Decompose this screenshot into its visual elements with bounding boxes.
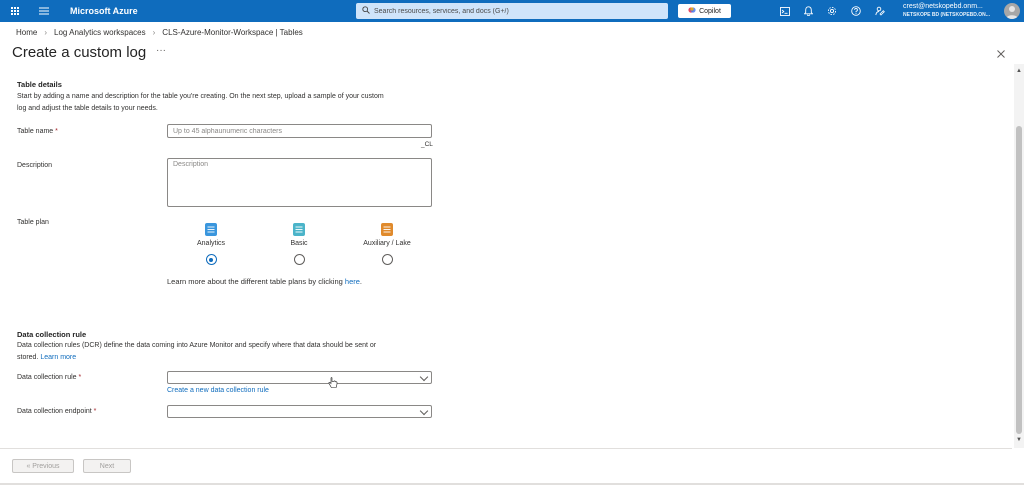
table-name-suffix: _CL: [421, 141, 433, 148]
dcr-endpoint-dropdown[interactable]: [167, 405, 432, 418]
analytics-plan-icon: [205, 223, 217, 236]
breadcrumb: Home › Log Analytics workspaces › CLS-Az…: [16, 28, 303, 37]
cloud-shell-icon[interactable]: [778, 0, 792, 22]
help-icon[interactable]: [849, 0, 863, 22]
dcr-description: Data collection rules (DCR) define the d…: [17, 340, 376, 364]
plan-option-analytics[interactable]: Analytics: [171, 223, 251, 265]
settings-gear-icon[interactable]: [825, 0, 839, 22]
breadcrumb-log-analytics-workspaces[interactable]: Log Analytics workspaces: [54, 28, 146, 37]
learn-more-period: .: [359, 277, 363, 286]
more-options-icon[interactable]: ···: [156, 45, 166, 56]
plan-radio-analytics[interactable]: [205, 254, 217, 265]
description-label: Description: [17, 162, 53, 169]
chevron-right-icon: ›: [152, 28, 156, 37]
hand-cursor-icon: [328, 376, 338, 394]
top-navigation-bar: Microsoft Azure Copilot crest@netskopebd…: [0, 0, 1024, 22]
plan-radio-auxiliary-lake[interactable]: [381, 254, 393, 265]
basic-plan-icon: [293, 223, 305, 236]
global-search-box[interactable]: [356, 3, 668, 19]
dcr-learn-more-link[interactable]: Learn more: [40, 354, 76, 361]
plan-label-auxiliary-lake: Auxiliary / Lake: [363, 240, 411, 247]
table-name-label-text: Table name: [17, 128, 54, 135]
dcr-rule-label: Data collection rule *: [17, 374, 81, 381]
notifications-bell-icon[interactable]: [801, 0, 815, 22]
learn-more-text: Learn more about the different table pla…: [167, 277, 343, 286]
plan-label-analytics: Analytics: [196, 240, 225, 247]
dcr-heading: Data collection rule: [17, 330, 87, 339]
auxiliary-plan-icon: [381, 223, 393, 236]
create-new-dcr-link[interactable]: Create a new data collection rule: [167, 387, 269, 394]
dcr-description-prefix: stored.: [17, 354, 39, 361]
plan-option-basic[interactable]: Basic: [259, 223, 339, 265]
close-icon[interactable]: [997, 47, 1005, 61]
dcr-endpoint-label-text: Data collection endpoint: [17, 408, 92, 415]
next-button[interactable]: Next: [83, 459, 131, 473]
table-plans-learn-more: Learn more about the different table pla…: [167, 277, 362, 286]
table-name-label: Table name *: [17, 128, 58, 135]
account-info[interactable]: crest@netskopebd.onm... NETSKOPE BD (NET…: [903, 2, 990, 20]
table-details-heading: Table details: [17, 80, 62, 89]
dcr-rule-dropdown[interactable]: [167, 371, 432, 384]
dcr-endpoint-label: Data collection endpoint *: [17, 408, 96, 415]
footer-divider: [0, 448, 1012, 449]
plan-label-basic: Basic: [290, 240, 308, 247]
dcr-description-line: Data collection rules (DCR) define the d…: [17, 342, 377, 349]
scroll-down-arrow-icon[interactable]: ▼: [1016, 437, 1022, 443]
table-name-input[interactable]: [167, 124, 432, 138]
global-search-input[interactable]: [374, 7, 664, 15]
learn-more-here-link[interactable]: here: [345, 277, 360, 286]
avatar[interactable]: [1004, 3, 1020, 19]
required-mark: *: [55, 128, 58, 135]
required-mark: *: [93, 408, 97, 415]
chevron-down-icon: [419, 406, 429, 416]
table-details-description-line: Start by adding a name and description f…: [17, 93, 384, 100]
table-details-description: Start by adding a name and description f…: [17, 91, 384, 115]
scrollbar-thumb[interactable]: [1016, 126, 1022, 434]
description-textarea[interactable]: [167, 158, 432, 207]
search-icon: [362, 6, 370, 16]
feedback-icon[interactable]: [873, 0, 887, 22]
page-title: Create a custom log: [12, 44, 147, 61]
dcr-rule-label-text: Data collection rule: [17, 374, 77, 381]
account-tenant: NETSKOPE BD (NETSKOPEBD.ON...: [903, 12, 990, 18]
chevron-right-icon: ›: [44, 28, 48, 37]
breadcrumb-home[interactable]: Home: [16, 28, 37, 37]
apps-grid-icon[interactable]: [8, 0, 22, 22]
brand-title[interactable]: Microsoft Azure: [70, 0, 138, 22]
table-details-description-line: log and adjust the table details to your…: [17, 105, 158, 112]
table-plan-label: Table plan: [17, 219, 49, 226]
copilot-label: Copilot: [699, 7, 721, 15]
breadcrumb-workspace-tables[interactable]: CLS-Azure-Monitor-Workspace | Tables: [162, 28, 303, 37]
required-mark: *: [78, 374, 82, 381]
copilot-icon: [688, 6, 696, 16]
chevron-down-icon: [419, 372, 429, 382]
plan-option-auxiliary-lake[interactable]: Auxiliary / Lake: [347, 223, 427, 265]
dcr-description-line2: stored. Learn more: [17, 352, 376, 364]
plan-radio-basic[interactable]: [293, 254, 305, 265]
previous-button[interactable]: « Previous: [12, 459, 74, 473]
account-email: crest@netskopebd.onm...: [903, 3, 983, 10]
scroll-up-arrow-icon[interactable]: ▲: [1016, 68, 1022, 74]
copilot-button[interactable]: Copilot: [678, 4, 731, 18]
hamburger-menu-icon[interactable]: [37, 0, 51, 22]
vertical-scrollbar[interactable]: ▲ ▼: [1014, 64, 1024, 448]
